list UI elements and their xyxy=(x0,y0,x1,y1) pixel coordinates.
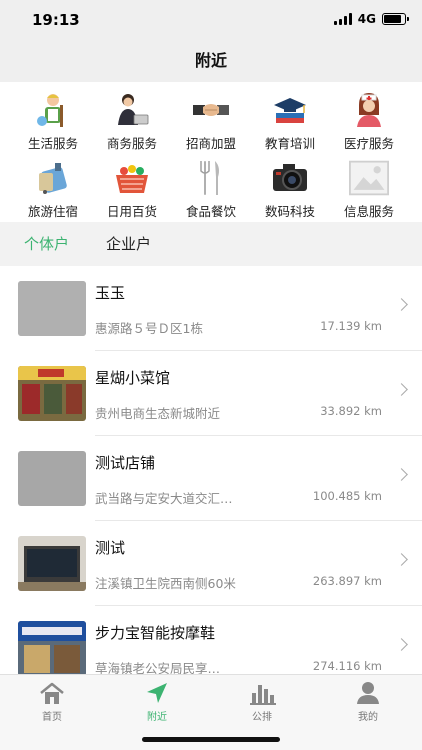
shop-distance: 274.116 km xyxy=(312,659,382,673)
category-life-service[interactable]: 生活服务 xyxy=(11,91,95,152)
shop-address: 武当路与定安大道交汇… xyxy=(95,491,233,506)
tab-ranking[interactable]: 公排 xyxy=(222,681,302,723)
handshake-icon xyxy=(191,91,231,129)
category-label: 招商加盟 xyxy=(185,136,236,151)
shop-address: 惠源路５号Ｄ区1栋 xyxy=(95,321,203,336)
tab-label: 附近 xyxy=(147,712,167,723)
location-arrow-icon xyxy=(143,681,171,705)
category-grid: 生活服务 商务服务 招商加盟 教育培训 医疗服务 旅游住宿 日用百货 食品餐饮 … xyxy=(0,82,422,222)
chevron-right-icon xyxy=(395,298,408,311)
signal-icon xyxy=(333,13,352,25)
tab-label: 首页 xyxy=(42,712,62,723)
shop-thumbnail xyxy=(18,366,86,421)
image-placeholder-icon xyxy=(349,159,389,197)
tab-individual[interactable]: 个体户 xyxy=(24,233,69,254)
category-daily-goods[interactable]: 日用百货 xyxy=(90,159,174,220)
status-bar: 19:13 4G xyxy=(0,0,422,40)
tab-nearby[interactable]: 附近 xyxy=(117,681,197,723)
shop-distance: 100.485 km xyxy=(312,489,382,503)
shop-address: 贵州电商生态新城附近 xyxy=(95,406,221,421)
merchant-type-tabs: 个体户 企业户 xyxy=(0,222,422,264)
shopping-basket-icon xyxy=(112,159,152,197)
category-label: 旅游住宿 xyxy=(27,204,78,219)
shop-name: 玉玉 xyxy=(95,284,126,302)
category-label: 生活服务 xyxy=(27,136,78,151)
list-item[interactable]: 星煳小菜馆 贵州电商生态新城附近 33.892 km xyxy=(0,351,422,436)
category-franchise[interactable]: 招商加盟 xyxy=(169,91,253,152)
shop-address: 注溪镇卫生院西南侧60米 xyxy=(95,576,236,591)
list-item[interactable]: 测试店铺 武当路与定安大道交汇… 100.485 km xyxy=(0,436,422,521)
chevron-right-icon xyxy=(395,553,408,566)
category-education[interactable]: 教育培训 xyxy=(248,91,332,152)
category-label: 食品餐饮 xyxy=(185,204,236,219)
category-business-service[interactable]: 商务服务 xyxy=(90,91,174,152)
shop-name: 步力宝智能按摩鞋 xyxy=(95,624,216,642)
home-indicator xyxy=(142,737,280,742)
luggage-icon xyxy=(33,159,73,197)
user-icon xyxy=(354,681,382,705)
shop-distance: 33.892 km xyxy=(320,404,382,418)
category-travel[interactable]: 旅游住宿 xyxy=(11,159,95,220)
shop-list: 玉玉 惠源路５号Ｄ区1栋 17.139 km 星煳小菜馆 贵州电商生态新城附近 … xyxy=(0,266,422,674)
shop-thumbnail xyxy=(18,621,86,674)
category-label: 医疗服务 xyxy=(343,136,394,151)
graduation-cap-icon xyxy=(270,91,310,129)
bar-chart-icon xyxy=(248,681,276,705)
list-item[interactable]: 步力宝智能按摩鞋 草海镇老公安局民享… 274.116 km xyxy=(0,606,422,674)
network-type: 4G xyxy=(357,12,376,26)
business-person-icon xyxy=(112,91,152,129)
shop-name: 星煳小菜馆 xyxy=(95,369,171,387)
category-label: 日用百货 xyxy=(106,204,157,219)
chevron-right-icon xyxy=(395,638,408,651)
tab-home[interactable]: 首页 xyxy=(12,681,92,723)
cleaner-icon xyxy=(33,91,73,129)
category-label: 教育培训 xyxy=(264,136,315,151)
category-info-service[interactable]: 信息服务 xyxy=(327,159,411,220)
status-indicators: 4G xyxy=(333,12,409,26)
home-icon xyxy=(38,681,66,705)
nav-bar: 附近 xyxy=(0,40,422,82)
nurse-icon xyxy=(349,91,389,129)
category-food[interactable]: 食品餐饮 xyxy=(169,159,253,220)
list-item[interactable]: 测试 注溪镇卫生院西南侧60米 263.897 km xyxy=(0,521,422,606)
bottom-tab-bar: 首页 附近 公排 我的 xyxy=(0,674,422,750)
status-time: 19:13 xyxy=(32,11,80,29)
tab-enterprise[interactable]: 企业户 xyxy=(106,233,151,254)
page-title: 附近 xyxy=(194,51,227,70)
category-digital-tech[interactable]: 数码科技 xyxy=(248,159,332,220)
chevron-right-icon xyxy=(395,468,408,481)
shop-distance: 263.897 km xyxy=(312,574,382,588)
tab-label: 公排 xyxy=(252,712,272,723)
category-label: 数码科技 xyxy=(264,204,315,219)
shop-distance: 17.139 km xyxy=(320,319,382,333)
category-label: 商务服务 xyxy=(106,136,157,151)
chevron-right-icon xyxy=(395,383,408,396)
shop-name: 测试店铺 xyxy=(95,454,156,472)
shop-name: 测试 xyxy=(95,539,126,557)
shop-thumbnail xyxy=(18,281,86,336)
battery-icon xyxy=(382,13,409,25)
tab-profile[interactable]: 我的 xyxy=(328,681,408,723)
list-item[interactable]: 玉玉 惠源路５号Ｄ区1栋 17.139 km xyxy=(0,266,422,351)
shop-thumbnail xyxy=(18,451,86,506)
tab-label: 我的 xyxy=(358,712,378,723)
shop-address: 草海镇老公安局民享… xyxy=(95,661,221,674)
shop-thumbnail xyxy=(18,536,86,591)
camera-icon xyxy=(270,159,310,197)
cutlery-icon xyxy=(191,159,231,197)
category-medical[interactable]: 医疗服务 xyxy=(327,91,411,152)
category-label: 信息服务 xyxy=(343,204,394,219)
